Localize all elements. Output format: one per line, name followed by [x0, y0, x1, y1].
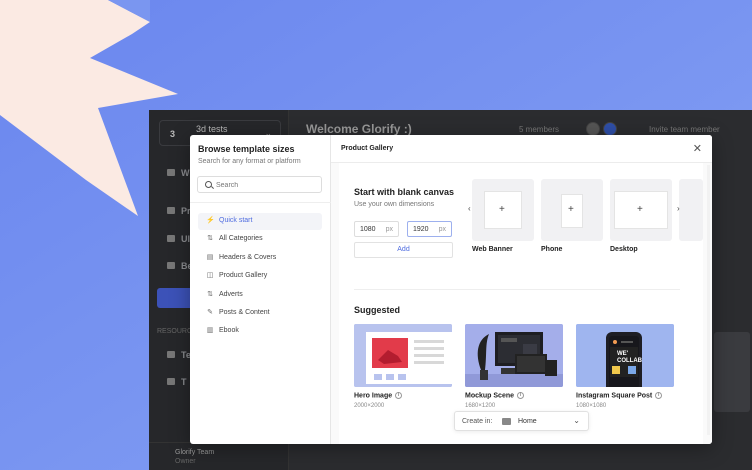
scrollbar[interactable] [707, 165, 710, 435]
search-icon [205, 181, 212, 188]
blank-canvas-subtitle: Use your own dimensions [354, 201, 435, 208]
modal-header: Product Gallery ✕ [331, 135, 712, 163]
info-icon: i [517, 392, 525, 399]
sidebar-item[interactable]: Be [167, 261, 193, 271]
modal-title: Product Gallery [341, 145, 394, 152]
sidebar-item[interactable]: T [167, 377, 187, 387]
nav-item-label: Posts & Content [219, 309, 270, 316]
suggested-card-mockup-scene[interactable] [465, 324, 563, 387]
modal-sidebar: Browse template sizes Search for any for… [190, 135, 331, 444]
chevron-right-icon[interactable]: › [677, 204, 680, 213]
card-size: 1680×1200 [465, 403, 496, 409]
template-label: Web Banner [472, 246, 513, 253]
modal-main: Product Gallery ✕ Start with blank canva… [331, 135, 712, 444]
nav-item-label: Headers & Covers [219, 254, 277, 261]
text-icon [167, 378, 175, 385]
sort-icon: ⇅ [207, 235, 213, 242]
info-icon: i [655, 392, 663, 399]
lightning-icon: ⚡ [206, 217, 215, 224]
card-size: 1080×1080 [576, 403, 607, 409]
sidebar-item[interactable]: Te [167, 350, 191, 360]
nav-item-label: Ebook [219, 327, 239, 334]
nav-item-label: Quick start [219, 217, 253, 224]
template-desktop[interactable]: + [610, 179, 672, 241]
home-icon [167, 169, 175, 176]
create-in-value: Home [518, 418, 537, 425]
nav-item-ebook[interactable]: ▥ Ebook [198, 323, 322, 340]
sidebar-item[interactable]: W [167, 168, 190, 178]
nav-item-all-categories[interactable]: ⇅ All Categories [198, 231, 322, 248]
template-web-banner[interactable]: + [472, 179, 534, 241]
chevron-down-icon: ⌄ [573, 416, 580, 425]
invite-button[interactable]: Invite team member [649, 125, 720, 134]
pen-icon: ✎ [207, 309, 213, 316]
height-input[interactable]: 1920 px [407, 221, 452, 237]
info-icon: i [395, 392, 403, 399]
nav-item-label: Adverts [219, 291, 243, 298]
card-name: Hero Image i [354, 392, 403, 399]
folder-icon [167, 235, 175, 242]
nav-item-posts-content[interactable]: ✎ Posts & Content [198, 305, 322, 322]
nav-item-adverts[interactable]: ⇅ Adverts [198, 287, 322, 304]
create-in-select[interactable]: Create in: Home ⌄ [454, 411, 589, 431]
divider [354, 289, 680, 290]
template-label: Phone [541, 246, 563, 253]
card-name: Instagram Square Post i [576, 392, 663, 399]
modal-content: Start with blank canvas Use your own dim… [339, 163, 703, 444]
template-phone[interactable]: + [541, 179, 603, 241]
template-icon [167, 351, 175, 358]
avatar [586, 122, 600, 136]
page-title: Welcome Glorify :) [306, 122, 412, 136]
nav-item-label: Product Gallery [219, 272, 268, 279]
brand-icon [167, 262, 175, 269]
suggested-title: Suggested [354, 305, 401, 315]
instagram-text: WE' COLLAB [617, 351, 642, 364]
template-partial[interactable] [679, 179, 703, 241]
bag-icon: ◫ [206, 272, 214, 279]
card-size: 2000×2000 [354, 403, 385, 409]
layout-icon: ▤ [206, 254, 214, 261]
create-in-label: Create in: [462, 418, 493, 425]
template-card[interactable] [714, 332, 750, 412]
nav-item-headers-covers[interactable]: ▤ Headers & Covers [198, 250, 322, 267]
suggested-card-instagram[interactable]: WE' COLLAB [576, 324, 674, 387]
modal-sidebar-title: Browse template sizes [198, 144, 295, 154]
folder-icon [502, 418, 511, 425]
divider [190, 202, 331, 203]
sidebar-item[interactable]: Pr [167, 206, 191, 216]
template-modal: Browse template sizes Search for any for… [190, 135, 712, 444]
add-button[interactable]: Add [354, 242, 453, 258]
members-count: 5 members [519, 125, 560, 134]
template-label: Desktop [610, 246, 638, 253]
nav-item-quick-start[interactable]: ⚡ Quick start [198, 213, 322, 230]
modal-sidebar-subtitle: Search for any format or platform [198, 158, 301, 165]
folder-icon [167, 207, 175, 214]
search-box[interactable] [197, 176, 322, 193]
sort-icon: ⇅ [207, 291, 213, 298]
blank-canvas-title: Start with blank canvas [354, 187, 455, 197]
book-icon: ▥ [206, 327, 214, 334]
width-input[interactable]: 1080 px [354, 221, 399, 237]
card-name: Mockup Scene i [465, 392, 525, 399]
nav-item-product-gallery[interactable]: ◫ Product Gallery [198, 268, 322, 285]
chevron-left-icon[interactable]: ‹ [468, 204, 471, 213]
suggested-card-hero-image[interactable] [354, 324, 452, 387]
avatar [603, 122, 617, 136]
sidebar-item[interactable]: Ul [167, 234, 190, 244]
search-input[interactable] [216, 179, 316, 191]
close-icon[interactable]: ✕ [693, 142, 702, 155]
nav-item-label: All Categories [219, 235, 263, 242]
team-switcher[interactable]: Glorify Team Owner [149, 442, 289, 470]
